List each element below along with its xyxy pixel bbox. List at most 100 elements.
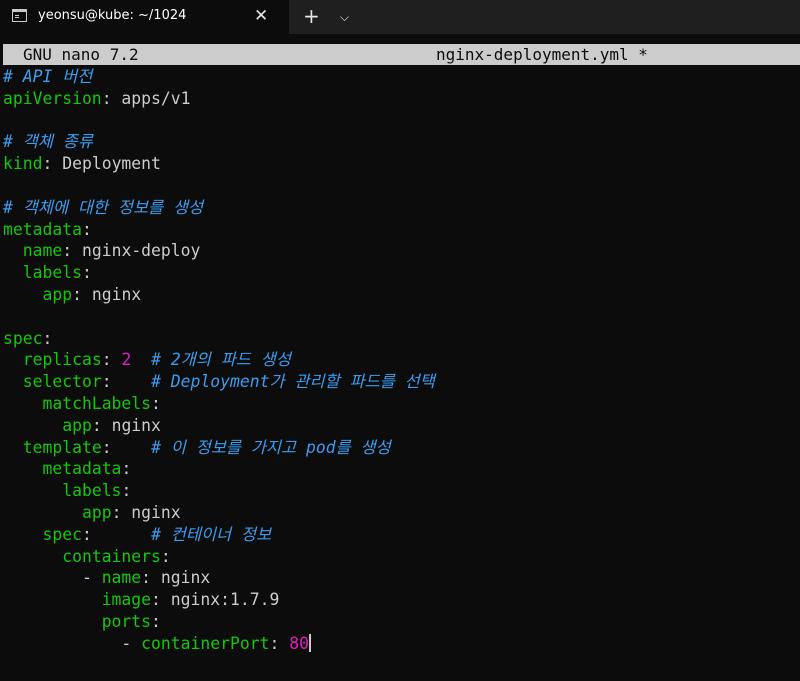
code-line: name: nginx-deploy <box>3 240 800 262</box>
tab-title: yeonsu@kube: ~/1024 <box>38 8 187 23</box>
yaml-key: selector <box>22 372 102 392</box>
yaml-value: nginx:1.7.9 <box>160 590 280 610</box>
terminal-tab[interactable]: yeonsu@kube: ~/1024 ✕ <box>0 0 289 34</box>
code-line: # 객체에 대한 정보를 생성 <box>3 197 800 219</box>
title-bar: yeonsu@kube: ~/1024 ✕ + ⌵ <box>0 0 800 34</box>
code-line: kind: Deployment <box>3 153 800 175</box>
colon: : <box>81 219 92 239</box>
yaml-value <box>92 525 151 544</box>
yaml-key: matchLabels <box>42 393 152 413</box>
yaml-key: app <box>42 284 73 304</box>
code-line: app: nginx <box>3 415 800 437</box>
colon: : <box>151 590 161 610</box>
yaml-value: nginx <box>121 502 181 522</box>
colon: : <box>62 241 73 261</box>
yaml-number: 80 <box>289 633 309 653</box>
colon: : <box>101 88 112 108</box>
comment-text: # 객체 종류 <box>3 132 93 152</box>
colon: : <box>101 350 112 370</box>
yaml-value: apps/v1 <box>111 88 191 108</box>
yaml-key: name <box>22 241 63 261</box>
code-line: labels: <box>3 262 800 284</box>
comment-text: # API 버전 <box>3 67 93 86</box>
text-cursor <box>308 633 311 652</box>
yaml-key: app <box>62 415 92 435</box>
yaml-key: name <box>101 568 142 588</box>
terminal-icon <box>12 9 27 22</box>
nano-version: GNU nano 7.2 <box>23 45 139 64</box>
yaml-key: template <box>22 437 102 457</box>
yaml-value: nginx <box>81 284 142 304</box>
code-line: spec: # 컨테이너 정보 <box>3 524 800 546</box>
yaml-key: containerPort <box>141 633 270 653</box>
code-line: spec: <box>3 328 800 350</box>
code-line: metadata: <box>3 219 800 241</box>
comment-text: # 컨테이너 정보 <box>151 524 272 544</box>
yaml-key: image <box>101 590 152 610</box>
yaml-key: app <box>81 502 112 522</box>
code-line: app: nginx <box>3 284 800 306</box>
colon: : <box>101 372 112 392</box>
yaml-key: labels <box>62 481 122 501</box>
comment-text: # 이 정보를 가지고 pod를 생성 <box>151 437 391 457</box>
yaml-key: labels <box>22 263 82 283</box>
code-line: - name: nginx <box>3 568 211 588</box>
code-line: apiVersion: apps/v1 <box>3 88 800 110</box>
code-line: labels: <box>3 480 800 502</box>
code-line: template: # 이 정보를 가지고 pod를 생성 <box>3 437 800 459</box>
new-tab-button[interactable]: + <box>303 4 320 28</box>
yaml-key: kind <box>3 154 43 174</box>
colon: : <box>72 284 82 304</box>
colon: : <box>141 568 152 588</box>
code-line: selector: # Deployment가 관리할 파드를 선택 <box>3 371 800 393</box>
comment-text: # Deployment가 관리할 파드를 선택 <box>151 372 435 392</box>
chevron-down-icon[interactable]: ⌵ <box>340 5 349 29</box>
yaml-number: 2 <box>121 350 132 370</box>
colon: : <box>121 481 132 501</box>
yaml-value <box>112 372 151 391</box>
code-line: image: nginx:1.7.9 <box>3 589 800 611</box>
yaml-value: nginx-deploy <box>72 241 201 261</box>
editor-area[interactable]: # API 버전 apiVersion: apps/v1 # 객체 종류 kind: … <box>3 66 800 681</box>
colon: : <box>151 393 161 413</box>
comment-text: # 2개의 파드 생성 <box>151 350 291 370</box>
nano-filename: nginx-deployment.yml * <box>436 45 648 64</box>
yaml-key: spec <box>3 328 43 348</box>
code-line: metadata: <box>3 458 800 480</box>
colon: : <box>151 611 161 631</box>
colon: : <box>111 502 122 522</box>
yaml-value: nginx <box>101 415 161 435</box>
yaml-key: metadata <box>3 219 82 239</box>
code-line: ports: <box>3 611 800 633</box>
code-line: app: nginx <box>3 502 800 524</box>
code-line: - containerPort: 80 <box>3 633 311 653</box>
colon: : <box>42 154 53 174</box>
code-line: # API 버전 <box>3 66 800 88</box>
colon: : <box>81 263 92 283</box>
yaml-key: containers <box>62 546 161 566</box>
colon: : <box>121 459 132 479</box>
colon: : <box>160 546 171 566</box>
yaml-value: Deployment <box>52 154 161 174</box>
colon: : <box>81 524 92 544</box>
yaml-key: replicas <box>22 350 102 370</box>
close-tab-icon[interactable]: ✕ <box>254 6 268 26</box>
comment-text: # 객체에 대한 정보를 생성 <box>3 197 204 217</box>
colon: : <box>91 415 102 435</box>
yaml-key: metadata <box>42 459 122 479</box>
colon: : <box>42 328 53 348</box>
nano-header-bar: GNU nano 7.2 nginx-deployment.yml * <box>3 44 800 65</box>
colon: : <box>101 437 112 457</box>
yaml-value <box>112 438 151 457</box>
colon: : <box>269 633 280 653</box>
yaml-key: spec <box>42 524 82 544</box>
yaml-key: apiVersion <box>3 88 102 108</box>
yaml-key: ports <box>101 611 152 631</box>
code-line: # 객체 종류 <box>3 131 800 153</box>
code-line: containers: <box>3 546 800 568</box>
code-line: replicas: 2 # 2개의 파드 생성 <box>3 349 800 371</box>
code-line: matchLabels: <box>3 393 800 415</box>
